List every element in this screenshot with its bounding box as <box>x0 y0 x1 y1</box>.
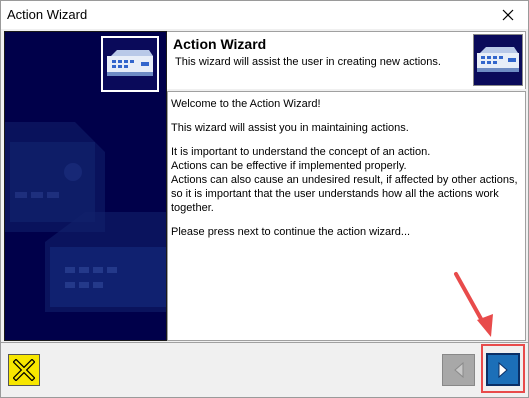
content-paragraph: Actions can also cause an undesired resu… <box>171 174 518 214</box>
content-paragraph: Please press next to continue the action… <box>171 226 411 238</box>
x-icon <box>13 359 35 381</box>
header-title: Action Wizard <box>173 36 267 52</box>
close-button[interactable] <box>488 1 528 29</box>
content-paragraph: It is important to understand the concep… <box>171 146 431 158</box>
content-paragraph: Actions can be effective if implemented … <box>171 160 407 172</box>
cancel-button[interactable] <box>8 354 40 386</box>
chevron-right-icon <box>498 361 508 378</box>
header-subtitle: This wizard will assist the user in crea… <box>175 56 441 68</box>
back-button[interactable] <box>442 354 475 386</box>
wizard-sidebar-graphic <box>4 31 167 341</box>
chevron-left-icon <box>453 361 463 379</box>
title-bar: Action Wizard <box>1 1 528 29</box>
content-paragraph: Welcome to the Action Wizard! <box>171 98 321 110</box>
wizard-content-text: Welcome to the Action Wizard! This wizar… <box>167 91 526 341</box>
content-paragraph: This wizard will assist you in maintaini… <box>171 122 409 134</box>
sidebar-device-icon-frame <box>101 36 159 92</box>
network-device-icon <box>103 38 157 90</box>
header-device-icon-frame <box>473 34 523 86</box>
window-title: Action Wizard <box>7 7 88 22</box>
close-icon <box>502 9 514 21</box>
network-device-icon <box>474 35 522 85</box>
wizard-header: Action Wizard This wizard will assist th… <box>167 31 526 89</box>
next-button[interactable] <box>486 353 520 386</box>
footer-divider <box>1 342 528 343</box>
wizard-window: Action Wizard Action Wizard This wizard … <box>0 0 529 398</box>
